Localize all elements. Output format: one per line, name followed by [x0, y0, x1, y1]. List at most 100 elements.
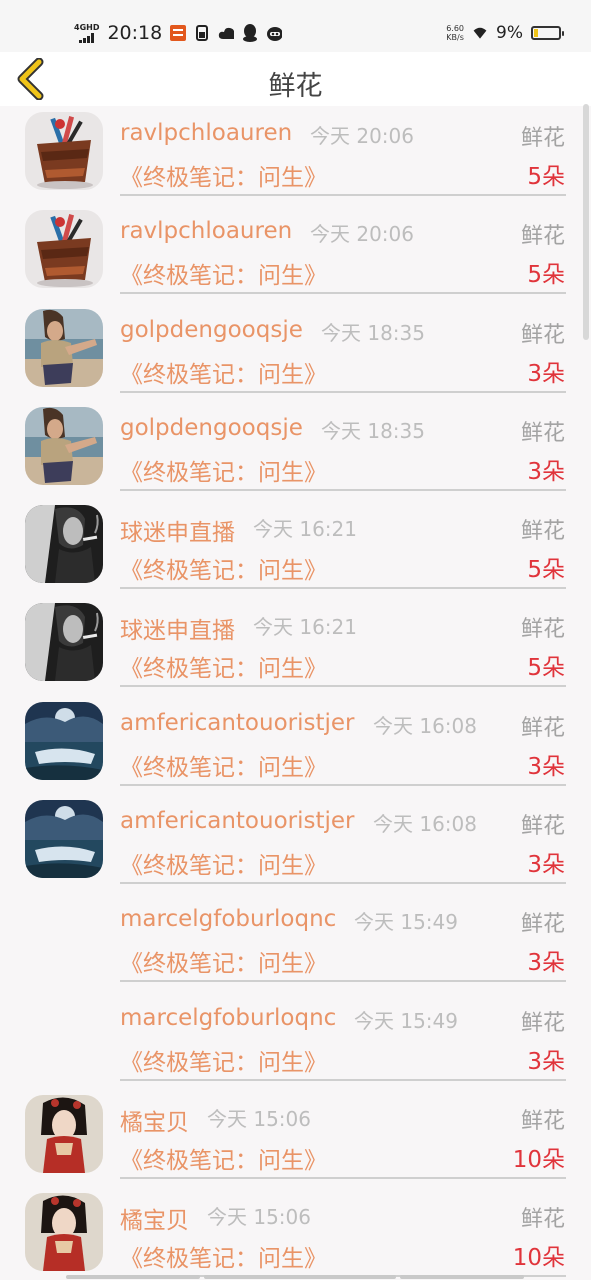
- status-time: 20:18: [107, 22, 163, 44]
- speed-unit: KB/s: [446, 33, 464, 42]
- row-divider: [120, 587, 566, 590]
- flower-count: 5朵: [527, 557, 565, 584]
- gift-type: 鲜花: [520, 912, 565, 938]
- username[interactable]: marcelgfoburloqnc: [120, 1005, 336, 1031]
- sim-icon: [194, 25, 210, 41]
- book-title[interactable]: 《终极笔记：问生》: [120, 944, 327, 978]
- book-title[interactable]: 《终极笔记：问生》: [120, 453, 327, 487]
- row-divider: [120, 194, 566, 196]
- book-title[interactable]: 《终极笔记：问生》: [120, 649, 327, 683]
- flower-count: 5朵: [527, 262, 565, 289]
- gift-time: 今天 20:06: [310, 124, 414, 148]
- status-bar: 4GHD 20:18 6.60 KB/s 9%: [0, 0, 591, 52]
- row-divider: [120, 980, 566, 983]
- battery-percent: 9%: [496, 23, 523, 43]
- avatar[interactable]: [25, 210, 103, 289]
- bottom-indicator-left: [66, 1275, 200, 1279]
- avatar[interactable]: [25, 800, 103, 879]
- gift-time: 今天 15:49: [354, 1008, 458, 1033]
- network-speed: 6.60 KB/s: [446, 24, 464, 42]
- bottom-indicator-right: [400, 1275, 524, 1279]
- book-title[interactable]: 《终极笔记：问生》: [120, 748, 327, 782]
- flower-count: 3朵: [527, 458, 565, 485]
- username[interactable]: 橘宝贝: [120, 1201, 189, 1235]
- book-title[interactable]: 《终极笔记：问生》: [120, 1043, 327, 1077]
- avatar[interactable]: [25, 505, 103, 584]
- username[interactable]: golpdengooqsje: [120, 415, 303, 441]
- status-left: 4GHD 20:18: [74, 19, 283, 47]
- username[interactable]: amfericantouoristjer: [120, 710, 355, 736]
- bottom-indicator-center: [204, 1275, 396, 1279]
- list-item[interactable]: 球迷申直播 今天 16:21 鲜花 《终极笔记：问生》 5朵: [0, 597, 591, 695]
- row-divider: [120, 488, 566, 491]
- list-item[interactable]: amfericantouoristjer 今天 16:08 鲜花 《终极笔记：问生》 3…: [0, 696, 591, 794]
- username[interactable]: ravlpchloauren: [120, 120, 292, 146]
- flower-count: 3朵: [527, 852, 565, 879]
- gift-type: 鲜花: [520, 814, 565, 840]
- row-divider: [120, 1176, 566, 1179]
- gift-type: 鲜花: [520, 224, 565, 250]
- avatar[interactable]: [25, 308, 103, 387]
- list-item[interactable]: marcelgfoburloqnc 今天 15:49 鲜花 《终极笔记：问生》 3朵: [0, 892, 591, 990]
- gift-time: 今天 16:21: [253, 517, 357, 542]
- avatar[interactable]: [25, 898, 103, 976]
- nav-bar: 鲜花: [0, 52, 591, 106]
- list-item[interactable]: amfericantouoristjer 今天 16:08 鲜花《终极笔记：问生》 3…: [0, 794, 591, 892]
- avatar[interactable]: [25, 112, 103, 190]
- battery-icon: [531, 26, 564, 40]
- row-divider: [120, 390, 566, 393]
- username[interactable]: amfericantouoristjer: [120, 808, 355, 834]
- battery-level-fill: [534, 29, 538, 37]
- list-item[interactable]: marcelgfoburloqnc 今天 15:49 鲜花《终极笔记：问生》 3朵: [0, 991, 591, 1089]
- flower-count: 3朵: [527, 1048, 565, 1075]
- username[interactable]: 球迷申直播: [120, 513, 235, 547]
- gift-type: 鲜花: [520, 420, 565, 446]
- book-title[interactable]: 《终极笔记：问生》: [120, 158, 327, 192]
- flower-count: 3朵: [527, 753, 565, 780]
- gift-type: 鲜花: [520, 519, 565, 545]
- cat-icon: [266, 25, 283, 41]
- book-title[interactable]: 《终极笔记：问生》: [120, 846, 327, 880]
- book-title[interactable]: 《终极笔记：问生》: [120, 1141, 327, 1175]
- username[interactable]: marcelgfoburloqnc: [120, 906, 336, 932]
- cloud-icon: [218, 25, 235, 41]
- flower-count: 10朵: [512, 1146, 565, 1173]
- row-divider: [120, 292, 566, 295]
- avatar[interactable]: [25, 701, 103, 780]
- avatar[interactable]: [25, 997, 103, 1075]
- username[interactable]: 橘宝贝: [120, 1103, 189, 1137]
- gift-type: 鲜花: [520, 1108, 565, 1134]
- avatar[interactable]: [25, 406, 103, 485]
- gift-time: 今天 15:06: [207, 1205, 311, 1230]
- row-divider: [120, 685, 566, 688]
- gift-type: 鲜花: [520, 126, 565, 151]
- gift-time: 今天 15:06: [207, 1106, 311, 1131]
- avatar[interactable]: [25, 1193, 103, 1272]
- list-item[interactable]: golpdengooqsje 今天 18:35 鲜花 《终极笔记：问生》 3朵: [0, 303, 591, 401]
- list-item[interactable]: 橘宝贝 今天 15:06 鲜花《终极笔记：问生》 10朵: [0, 1089, 591, 1187]
- qq-icon: [242, 24, 258, 42]
- username[interactable]: ravlpchloauren: [120, 218, 292, 244]
- scrollbar[interactable]: [583, 104, 589, 340]
- flower-gift-list[interactable]: ravlpchloauren 今天 20:06 鲜花 《终极笔记：问生》 5朵 ravlp…: [0, 106, 591, 1280]
- gift-time: 今天 16:08: [373, 812, 477, 837]
- gift-type: 鲜花: [520, 1207, 565, 1233]
- list-item[interactable]: golpdengooqsje 今天 18:35 鲜花《终极笔记：问生》 3朵: [0, 401, 591, 499]
- gift-type: 鲜花: [520, 1010, 565, 1036]
- list-item[interactable]: ravlpchloauren 今天 20:06 鲜花 《终极笔记：问生》 5朵: [0, 106, 591, 204]
- book-title[interactable]: 《终极笔记：问生》: [120, 256, 327, 290]
- list-item[interactable]: 橘宝贝 今天 15:06 鲜花 《终极笔记：问生》 10朵: [0, 1187, 591, 1280]
- row-divider: [120, 783, 566, 786]
- gift-time: 今天 16:21: [253, 615, 357, 640]
- book-title[interactable]: 《终极笔记：问生》: [120, 355, 327, 389]
- username[interactable]: 球迷申直播: [120, 611, 235, 645]
- username[interactable]: golpdengooqsje: [120, 317, 303, 343]
- list-item[interactable]: 球迷申直播 今天 16:21 鲜花《终极笔记：问生》 5朵: [0, 499, 591, 597]
- book-title[interactable]: 《终极笔记：问生》: [120, 551, 327, 585]
- book-title[interactable]: 《终极笔记：问生》: [120, 1239, 327, 1273]
- network-type: 4GHD: [74, 22, 100, 32]
- avatar[interactable]: [25, 603, 103, 682]
- avatar[interactable]: [25, 1094, 103, 1173]
- gift-time: 今天 18:35: [321, 418, 425, 443]
- list-item[interactable]: ravlpchloauren 今天 20:06 鲜花 《终极笔记：问生》 5朵: [0, 204, 591, 302]
